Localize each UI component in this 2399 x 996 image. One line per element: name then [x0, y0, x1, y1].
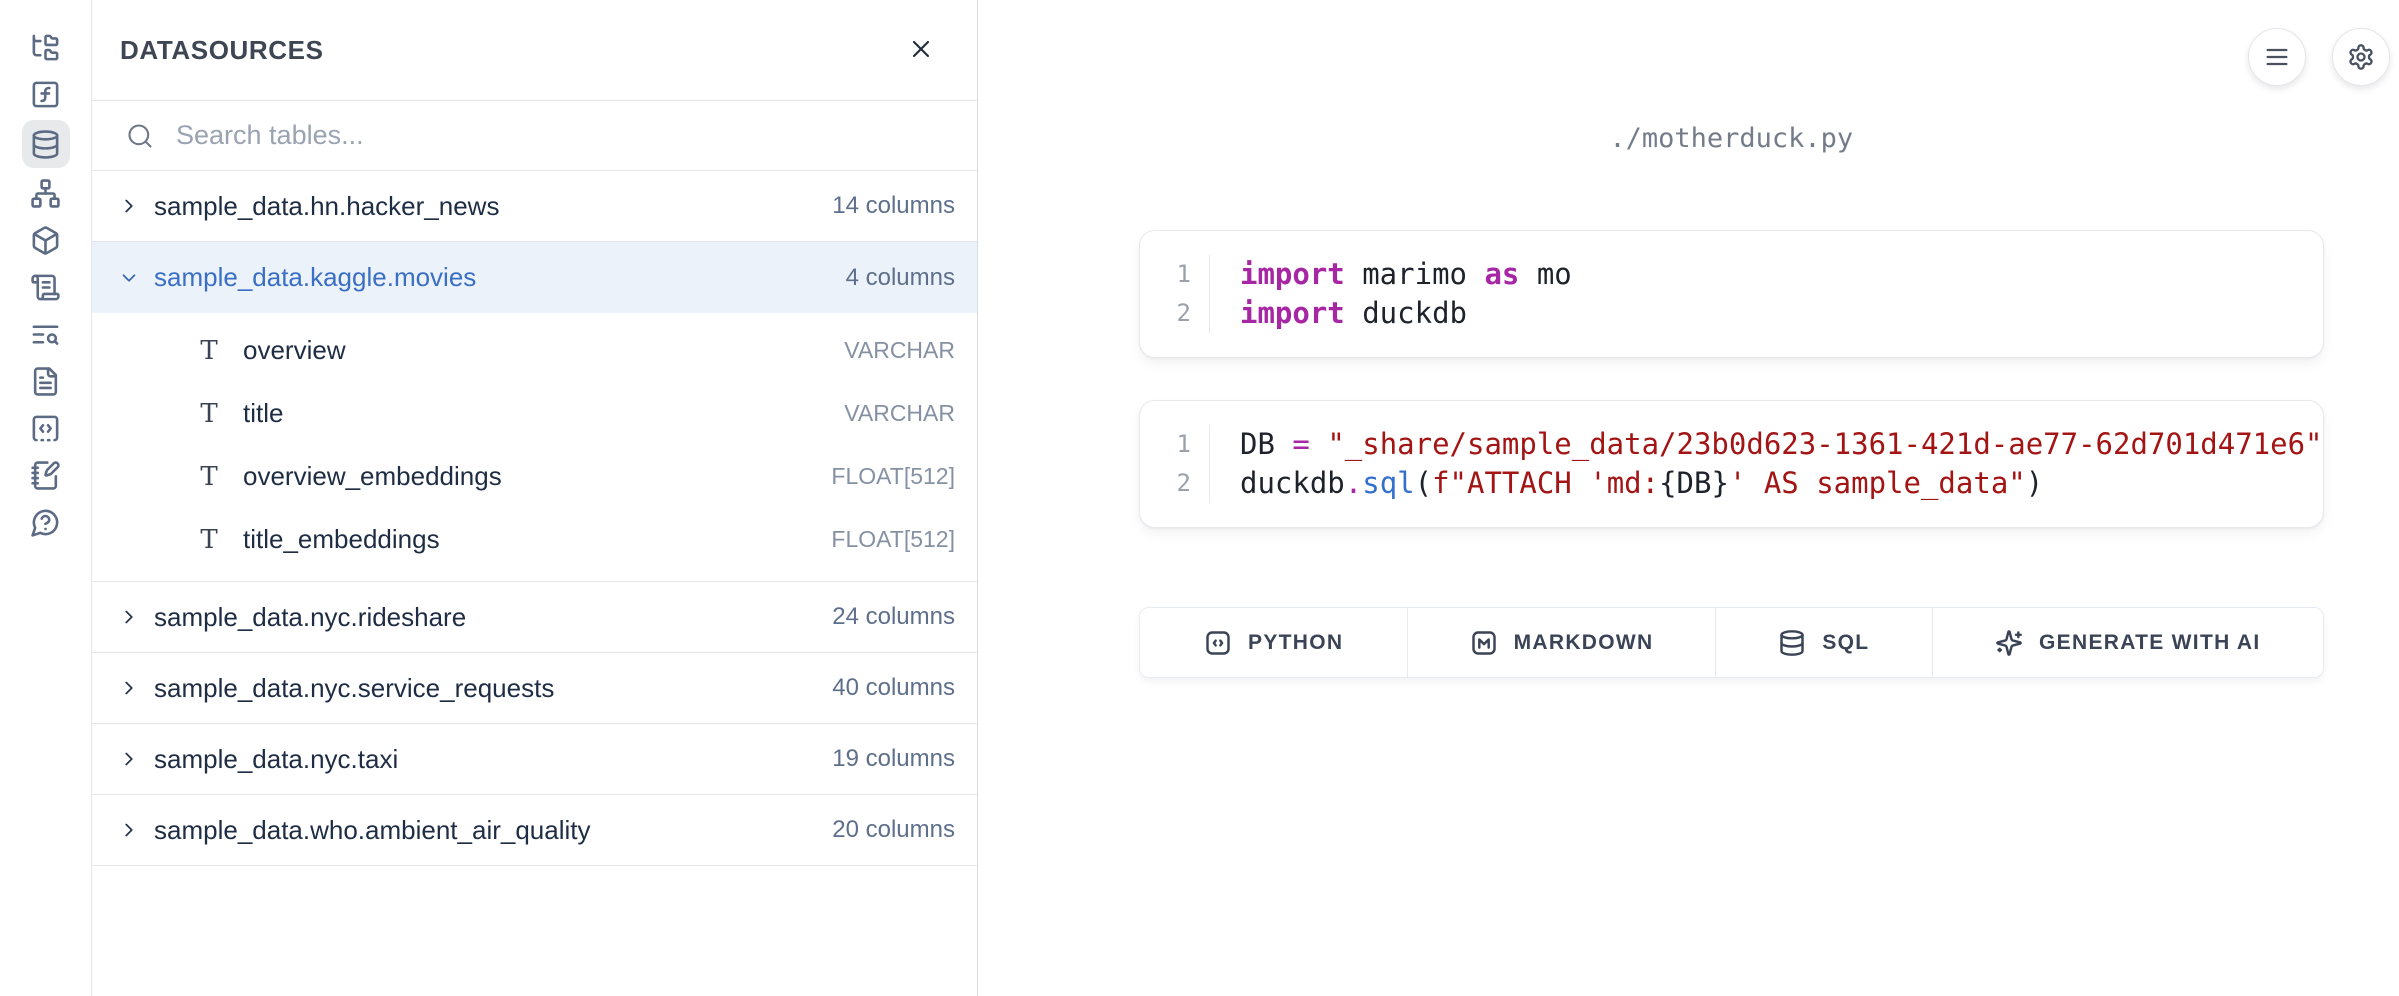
menu-icon — [2263, 43, 2291, 71]
close-panel-button[interactable] — [907, 35, 937, 65]
column-type: VARCHAR — [844, 337, 955, 364]
datasources-panel: DATASOURCES sample_data.hn.hacker_news 1… — [92, 0, 978, 996]
column-type: VARCHAR — [844, 400, 955, 427]
notebook-main: ./motherduck.py 12 import marimo as moim… — [978, 0, 2399, 996]
column-count: 4 columns — [846, 264, 955, 292]
top-actions — [2248, 28, 2390, 86]
sidebar-item-packages[interactable] — [22, 217, 70, 264]
database-icon — [1778, 629, 1806, 657]
file-text-icon — [30, 366, 61, 397]
sparkles-icon — [1995, 629, 2023, 657]
chevron-right-icon — [118, 748, 140, 770]
column-count: 19 columns — [832, 745, 955, 773]
text-search-icon — [30, 319, 61, 350]
column-row-overview[interactable]: T overview VARCHAR — [92, 319, 977, 382]
search-icon — [126, 122, 154, 150]
notebook-filename: ./motherduck.py — [1139, 122, 2324, 156]
column-count: 20 columns — [832, 816, 955, 844]
search-input[interactable] — [176, 120, 949, 151]
database-icon — [30, 129, 61, 160]
column-count: 14 columns — [832, 192, 955, 220]
close-icon — [907, 35, 935, 63]
sidebar-item-file-explorer[interactable] — [22, 24, 70, 71]
left-icon-rail — [0, 0, 92, 996]
code-editor[interactable]: import marimo as moimport duckdb — [1210, 255, 1572, 333]
varchar-type-icon: T — [197, 336, 221, 366]
table-list: sample_data.hn.hacker_news 14 columns sa… — [92, 171, 977, 996]
app-window: DATASOURCES sample_data.hn.hacker_news 1… — [0, 0, 2399, 996]
chevron-right-icon — [118, 195, 140, 217]
square-code-icon — [1204, 629, 1232, 657]
message-circle-question-icon — [30, 507, 61, 538]
chevron-right-icon — [118, 819, 140, 841]
column-type: FLOAT[512] — [831, 463, 955, 490]
chevron-right-icon — [118, 606, 140, 628]
sidebar-item-tracebacks[interactable] — [22, 311, 70, 358]
column-row-title-embeddings[interactable]: T title_embeddings FLOAT[512] — [92, 508, 977, 571]
notebook-menu-button[interactable] — [2248, 28, 2306, 86]
column-row-overview-embeddings[interactable]: T overview_embeddings FLOAT[512] — [92, 445, 977, 508]
add-python-cell-button[interactable]: PYTHON — [1140, 608, 1407, 677]
sidebar-item-scratchpad[interactable] — [22, 452, 70, 499]
box-icon — [30, 225, 61, 256]
square-function-icon — [30, 79, 61, 110]
table-search-bar — [92, 101, 977, 171]
code-editor[interactable]: DB = "_share/sample_data/23b0d623-1361-4… — [1210, 425, 2323, 503]
sidebar-item-logs[interactable] — [22, 264, 70, 311]
add-markdown-cell-button[interactable]: MARKDOWN — [1407, 608, 1714, 677]
column-row-title[interactable]: T title VARCHAR — [92, 382, 977, 445]
add-sql-cell-button[interactable]: SQL — [1715, 608, 1932, 677]
table-row-hacker-news[interactable]: sample_data.hn.hacker_news 14 columns — [92, 171, 977, 242]
add-cell-toolbar: PYTHON MARKDOWN SQL GENER — [1139, 607, 2324, 678]
column-count: 24 columns — [832, 603, 955, 631]
code-cell-imports[interactable]: 12 import marimo as moimport duckdb — [1139, 230, 2324, 358]
panel-title: DATASOURCES — [120, 35, 907, 66]
varchar-type-icon: T — [197, 525, 221, 555]
sidebar-item-help-chat[interactable] — [22, 499, 70, 546]
sidebar-item-datasources[interactable] — [22, 120, 70, 168]
chevron-right-icon — [118, 677, 140, 699]
table-row-who-ambient-air-quality[interactable]: sample_data.who.ambient_air_quality 20 c… — [92, 795, 977, 866]
folder-tree-icon — [30, 32, 61, 63]
settings-button[interactable] — [2332, 28, 2390, 86]
kaggle-movies-columns: T overview VARCHAR T title VARCHAR T ove… — [92, 313, 977, 582]
notebook-pen-icon — [30, 460, 61, 491]
varchar-type-icon: T — [197, 462, 221, 492]
table-row-kaggle-movies[interactable]: sample_data.kaggle.movies 4 columns — [92, 242, 977, 313]
generate-with-ai-button[interactable]: GENERATE WITH AI — [1932, 608, 2323, 677]
square-dashed-bottom-code-icon — [30, 413, 61, 444]
chevron-down-icon — [118, 267, 140, 289]
sidebar-item-dependencies[interactable] — [22, 170, 70, 217]
line-number-gutter: 12 — [1140, 255, 1210, 333]
varchar-type-icon: T — [197, 399, 221, 429]
table-row-nyc-rideshare[interactable]: sample_data.nyc.rideshare 24 columns — [92, 582, 977, 653]
table-row-nyc-service-requests[interactable]: sample_data.nyc.service_requests 40 colu… — [92, 653, 977, 724]
line-number-gutter: 12 — [1140, 425, 1210, 503]
code-cell-attach-db[interactable]: 12 DB = "_share/sample_data/23b0d623-136… — [1139, 400, 2324, 528]
sidebar-item-documentation[interactable] — [22, 358, 70, 405]
column-count: 40 columns — [832, 674, 955, 702]
network-icon — [30, 178, 61, 209]
sidebar-item-snippets[interactable] — [22, 405, 70, 452]
scroll-text-icon — [30, 272, 61, 303]
table-row-nyc-taxi[interactable]: sample_data.nyc.taxi 19 columns — [92, 724, 977, 795]
column-type: FLOAT[512] — [831, 526, 955, 553]
sidebar-item-variables[interactable] — [22, 71, 70, 118]
gear-icon — [2347, 43, 2375, 71]
datasources-header: DATASOURCES — [92, 0, 977, 101]
square-m-icon — [1470, 629, 1498, 657]
